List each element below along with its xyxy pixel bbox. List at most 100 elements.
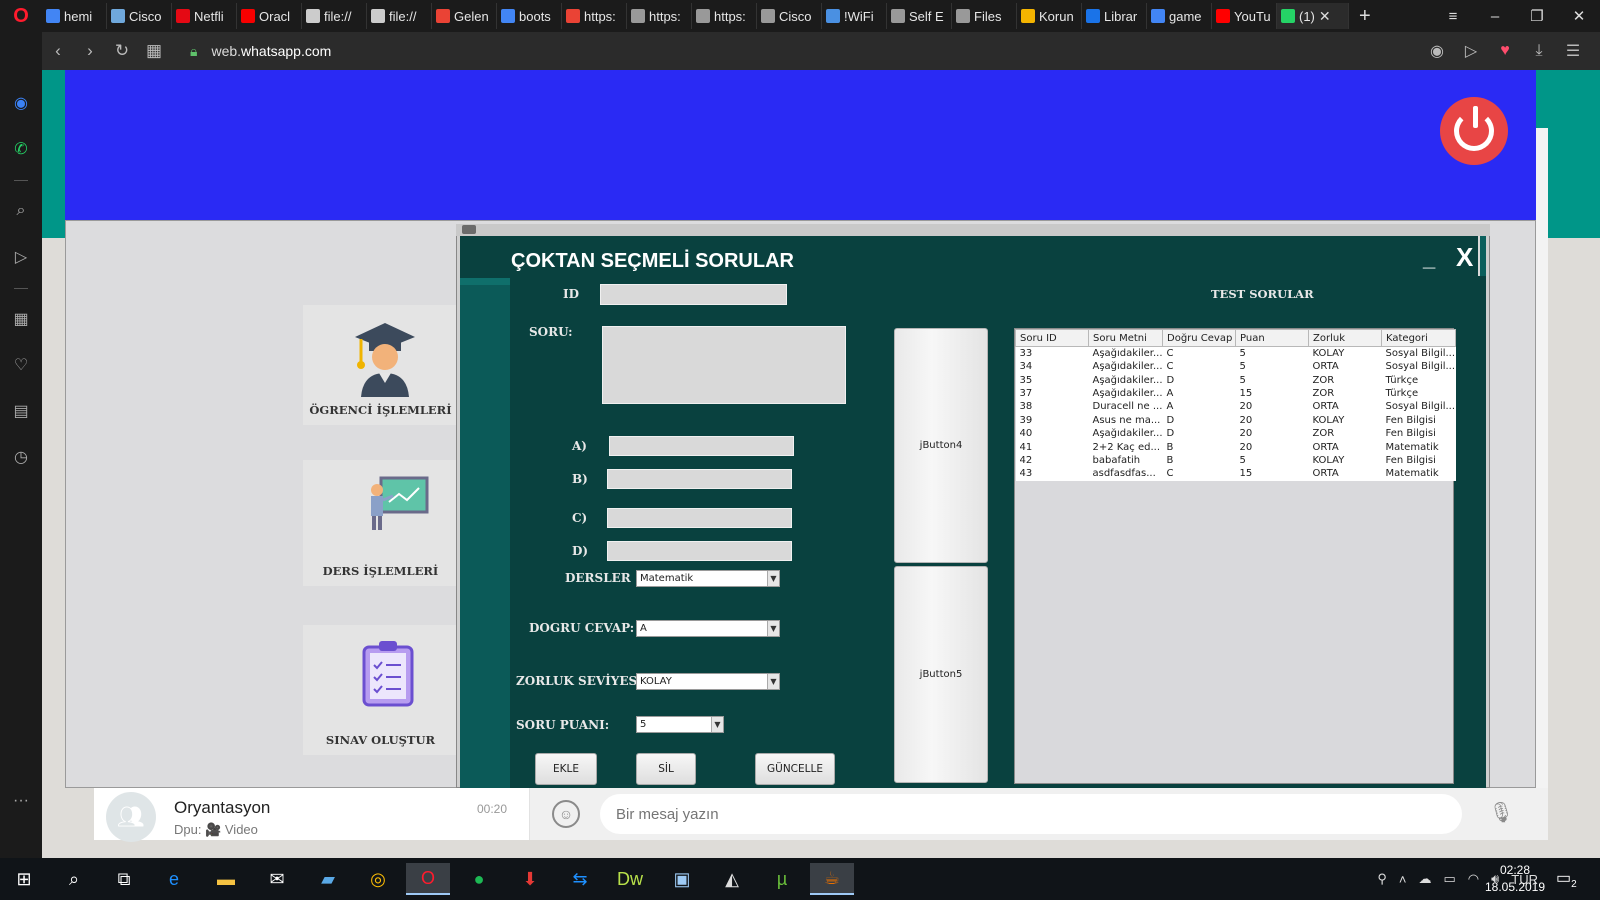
chrome-icon[interactable]: ◎ xyxy=(356,863,400,895)
option-d-field[interactable] xyxy=(607,541,792,561)
power-button[interactable] xyxy=(1440,97,1508,165)
browser-tab[interactable]: game xyxy=(1147,3,1212,29)
browser-tab[interactable]: Cisco xyxy=(107,3,172,29)
column-header[interactable]: Puan xyxy=(1235,329,1309,347)
dogru-cevap-select[interactable]: A ▼ xyxy=(636,620,780,637)
chevron-down-icon[interactable]: ▼ xyxy=(767,674,779,689)
browser-tab[interactable]: Cisco xyxy=(757,3,822,29)
emoji-icon[interactable]: ☺ xyxy=(552,800,580,828)
menu-ders-islemleri[interactable]: DERS İŞLEMLERİ xyxy=(303,460,458,586)
browser-tab[interactable]: file:// xyxy=(302,3,367,29)
speed-dial-icon[interactable]: ▦ xyxy=(138,41,170,61)
table-row[interactable]: 42 babafatih B 5 KOLAY Fen Bilgisi xyxy=(1015,453,1456,468)
close-tab-icon[interactable]: ✕ xyxy=(1319,8,1331,25)
messenger-icon[interactable]: ◉ xyxy=(8,90,34,116)
wifi-icon[interactable]: ◠ xyxy=(1468,871,1479,887)
column-header[interactable]: Soru ID xyxy=(1015,329,1089,347)
browser-tab[interactable]: Oracl xyxy=(237,3,302,29)
browser-tab[interactable]: https: xyxy=(562,3,627,29)
guncelle-button[interactable]: GÜNCELLE xyxy=(755,753,835,785)
battery-icon[interactable]: ▭ xyxy=(1443,871,1455,887)
start-icon[interactable]: ⊞ xyxy=(2,863,46,895)
browser-tab[interactable]: YouTu xyxy=(1212,3,1277,29)
heart-icon[interactable]: ♡ xyxy=(8,352,34,378)
browser-tab[interactable]: Self E xyxy=(887,3,952,29)
table-row[interactable]: 35 Aşağıdakiler... D 5 ZOR Türkçe xyxy=(1015,373,1456,387)
restore-window-button[interactable]: ❐ xyxy=(1516,7,1558,25)
task-view-icon[interactable]: ⧉ xyxy=(102,863,146,895)
download-manager-icon[interactable]: ⬇ xyxy=(508,863,552,895)
tab-menu-icon[interactable]: ≡ xyxy=(1432,8,1474,25)
dersler-select[interactable]: Matematik ▼ xyxy=(636,570,780,587)
download-icon[interactable]: ⤓ xyxy=(1522,42,1556,60)
file-explorer-icon[interactable]: ▬ xyxy=(204,863,248,895)
browser-tab[interactable]: hemi xyxy=(42,3,107,29)
forward-icon[interactable]: › xyxy=(74,41,106,61)
sil-button[interactable]: SİL xyxy=(636,753,696,785)
back-icon[interactable]: ‹ xyxy=(42,41,74,61)
table-row[interactable]: 39 Asus ne ma... D 20 KOLAY Fen Bilgisi xyxy=(1015,413,1456,427)
frame-system-menu-icon[interactable] xyxy=(462,225,476,234)
option-a-field[interactable] xyxy=(609,436,794,456)
minimize-window-button[interactable]: – xyxy=(1474,8,1516,25)
browser-tab[interactable]: https: xyxy=(692,3,757,29)
utorrent-icon[interactable]: µ xyxy=(760,863,804,895)
reload-icon[interactable]: ↻ xyxy=(106,41,138,61)
message-input[interactable] xyxy=(600,794,1462,834)
camera-icon[interactable]: ◉ xyxy=(1420,41,1454,61)
table-row[interactable]: 33 Aşağıdakiler... C 5 KOLAY Sosyal Bilgil... xyxy=(1015,346,1456,360)
send-icon[interactable]: ▷ xyxy=(8,244,34,270)
notification-icon[interactable]: ▭2 xyxy=(1556,868,1577,890)
column-header[interactable]: Doğru Cevap xyxy=(1162,329,1236,347)
microphone-icon[interactable]: 🎙︎ xyxy=(1489,800,1514,825)
edge-icon[interactable]: e xyxy=(152,863,196,895)
chat-list-item[interactable]: 👥︎ Oryantasyon Dpu: 🎥 Video 00:20 xyxy=(94,788,530,842)
opera-logo-icon[interactable]: O xyxy=(0,0,42,32)
search-icon[interactable]: ⌕ xyxy=(52,863,96,895)
id-field[interactable] xyxy=(600,284,787,305)
table-row[interactable]: 37 Aşağıdakiler... A 15 ZOR Türkçe xyxy=(1015,386,1456,401)
lock-icon[interactable]: 🔒︎ xyxy=(190,43,197,60)
internal-frame-title-strip[interactable] xyxy=(456,224,1490,236)
chevron-down-icon[interactable]: ▼ xyxy=(767,571,779,586)
chevron-down-icon[interactable]: ▼ xyxy=(711,717,723,732)
frame-close-button[interactable]: X xyxy=(1456,242,1473,273)
people-icon[interactable]: ⚲ xyxy=(1377,871,1387,887)
browser-tab[interactable]: boots xyxy=(497,3,562,29)
whatsapp-icon[interactable]: ✆ xyxy=(8,136,34,162)
search-icon[interactable]: ⌕ xyxy=(8,198,34,224)
jbutton4[interactable]: jButton4 xyxy=(894,328,988,563)
table-row[interactable]: 43 asdfasdfas... C 15 ORTA Matematik xyxy=(1015,467,1456,481)
column-header[interactable]: Kategori xyxy=(1381,329,1456,347)
column-header[interactable]: Zorluk xyxy=(1308,329,1382,347)
browser-tab[interactable]: Korun xyxy=(1017,3,1082,29)
history-icon[interactable]: ◷ xyxy=(8,444,34,470)
more-icon[interactable]: ··· xyxy=(8,788,34,814)
news-icon[interactable]: ▤ xyxy=(8,398,34,424)
browser-tab[interactable]: (1) ✕ xyxy=(1277,3,1349,29)
onedrive-icon[interactable]: ☁ xyxy=(1418,871,1431,887)
table-row[interactable]: 41 2+2 Kaç ed... B 20 ORTA Matematik xyxy=(1015,440,1456,454)
table-row[interactable]: 40 Aşağıdakiler... D 20 ZOR Fen Bilgisi xyxy=(1015,426,1456,441)
option-c-field[interactable] xyxy=(607,508,792,528)
menu-sinav-olustur[interactable]: SINAV OLUŞTUR xyxy=(303,625,458,755)
vm-icon[interactable]: ▰ xyxy=(306,863,350,895)
close-window-button[interactable]: ✕ xyxy=(1558,7,1600,25)
virtualbox-icon[interactable]: ▣ xyxy=(660,863,704,895)
opera-taskbar-icon[interactable]: O xyxy=(406,863,450,895)
heart-icon[interactable]: ♥ xyxy=(1488,42,1522,60)
easy-setup-icon[interactable]: ☰ xyxy=(1556,41,1590,61)
browser-tab[interactable]: Librar xyxy=(1082,3,1147,29)
send-icon[interactable]: ▷ xyxy=(1454,41,1488,61)
questions-table[interactable]: Soru ID Soru Metni Doğru Cevap Puan Zorluk Ka… xyxy=(1014,328,1456,784)
frame-minimize-button[interactable]: _ xyxy=(1423,246,1435,272)
ekle-button[interactable]: EKLE xyxy=(535,753,597,785)
chevron-down-icon[interactable]: ▼ xyxy=(767,621,779,636)
menu-ogrenci-islemleri[interactable]: ÖGRENCİ İŞLEMLERİ xyxy=(303,305,458,425)
soru-textarea[interactable] xyxy=(602,326,846,404)
option-b-field[interactable] xyxy=(607,469,792,489)
chevron-up-icon[interactable]: ˄ xyxy=(1399,872,1407,887)
browser-tab[interactable]: Netfli xyxy=(172,3,237,29)
puan-select[interactable]: 5 ▼ xyxy=(636,716,724,733)
speed-dial-icon[interactable]: ▦ xyxy=(8,306,34,332)
